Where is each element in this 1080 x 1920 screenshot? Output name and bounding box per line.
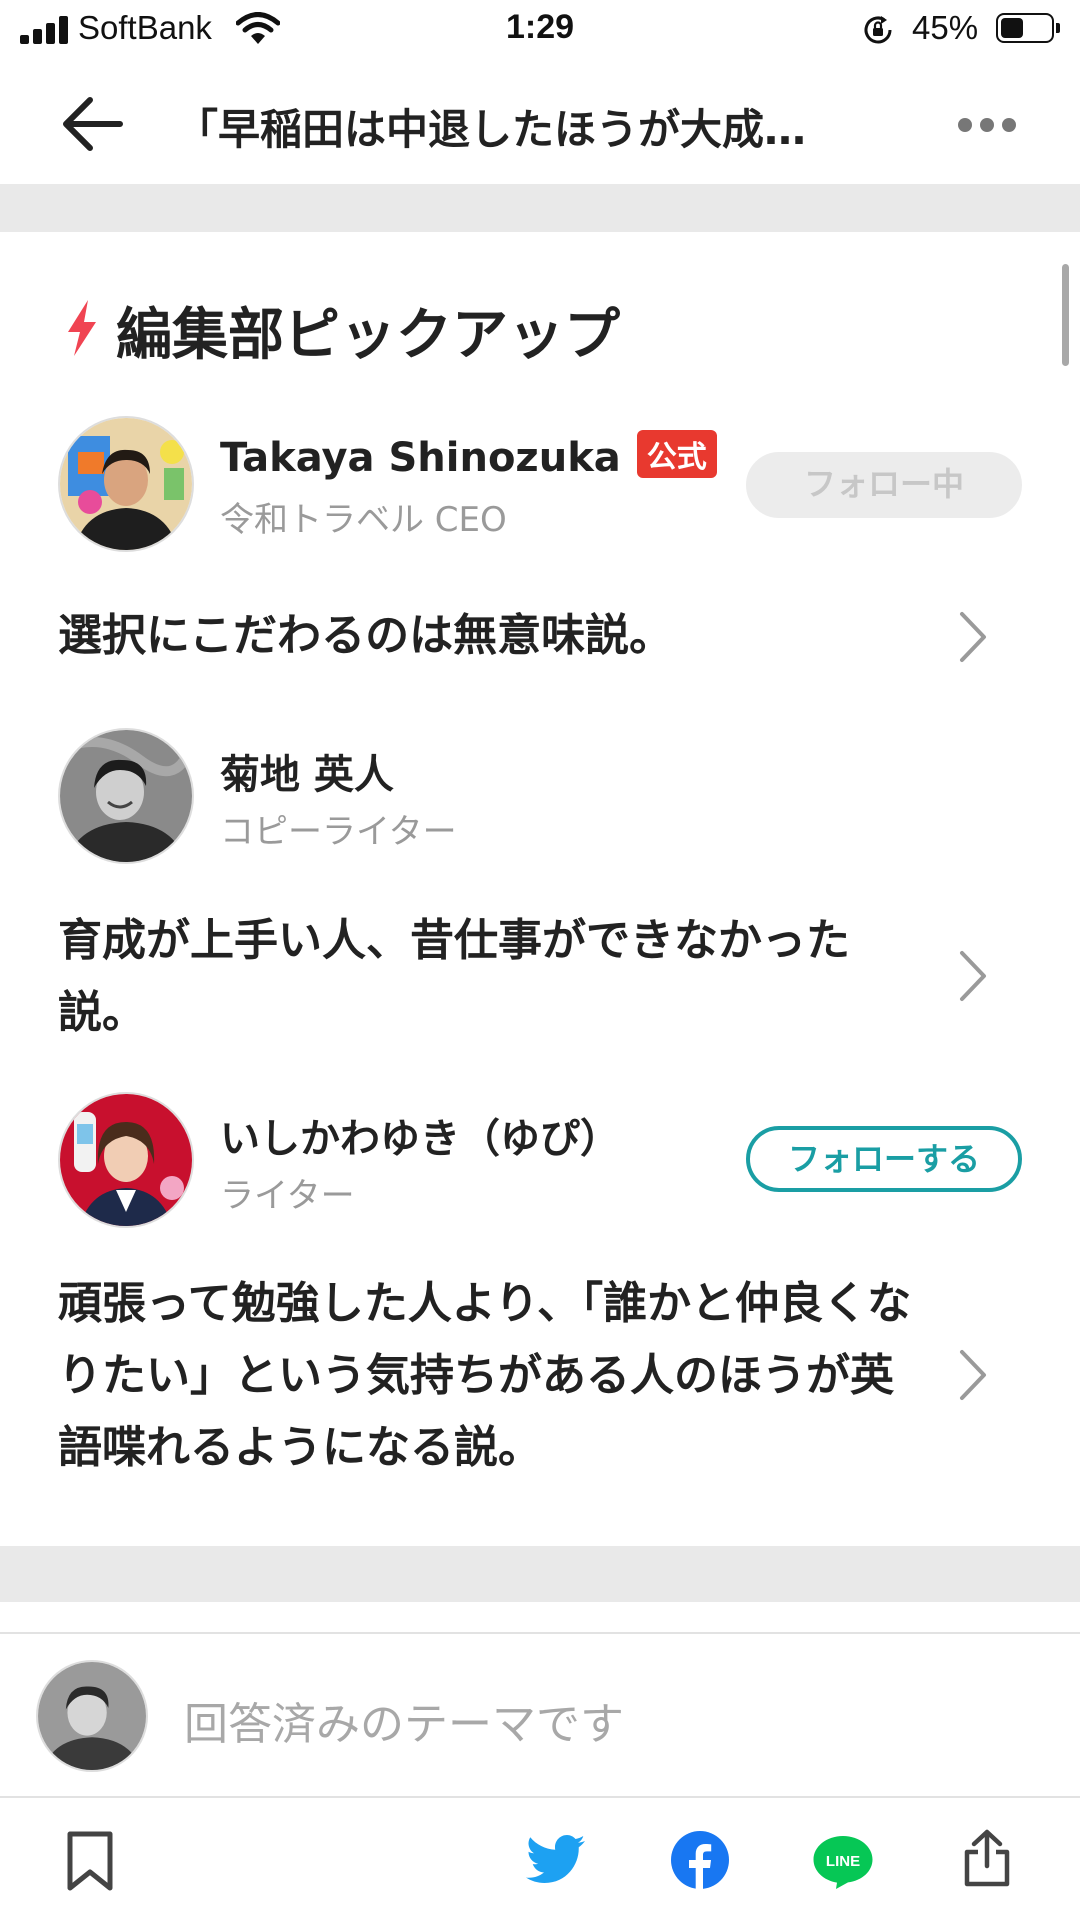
author-row[interactable]: 菊地 英人 コピーライター (0, 728, 1080, 868)
author-row[interactable]: Takaya Shinozuka 公式 令和トラベル CEO フォロー中 (0, 416, 1080, 556)
facebook-icon[interactable] (670, 1830, 730, 1890)
author-row[interactable]: いしかわゆき（ゆぴ） ライター フォローする (0, 1092, 1080, 1232)
pick-item[interactable]: 育成が上手い人、昔仕事ができなかった説。 (0, 905, 1080, 1049)
pick-title: 育成が上手い人、昔仕事ができなかった説。 (58, 915, 850, 1038)
twitter-icon[interactable] (526, 1834, 586, 1886)
bottom-toolbar: LINE (0, 1800, 1080, 1920)
line-icon[interactable]: LINE (812, 1834, 874, 1890)
author-name[interactable]: Takaya Shinozuka 公式 (220, 430, 717, 481)
rotation-lock-icon (864, 16, 892, 44)
chevron-right-icon (960, 1350, 986, 1400)
user-avatar (36, 1660, 148, 1772)
divider (0, 1796, 1080, 1798)
pick-title: 選択にこだわるのは無意味説。 (58, 610, 674, 661)
share-icon[interactable] (962, 1828, 1012, 1888)
section-separator (0, 1546, 1080, 1602)
section-separator (0, 184, 1080, 232)
following-button[interactable]: フォロー中 (746, 452, 1022, 518)
avatar[interactable] (58, 728, 194, 864)
author-role: ライター (220, 1176, 355, 1216)
avatar[interactable] (58, 1092, 194, 1228)
header: 「早稲田は中退したほうが大成… (0, 62, 1080, 184)
author-role: 令和トラベル CEO (220, 500, 507, 540)
pick-title: 頑張って勉強した人より、「誰かと仲良くなりたい」という気持ちがある人のほうが英語… (58, 1278, 912, 1473)
scroll-indicator[interactable] (1062, 264, 1069, 366)
status-bar: SoftBank 1:29 45% (0, 0, 1080, 62)
battery-icon (996, 13, 1060, 43)
chevron-right-icon (960, 612, 986, 662)
page-title: 「早稲田は中退したほうが大成… (176, 105, 807, 154)
comment-input[interactable]: 回答済みのテーマです (184, 1688, 624, 1752)
pick-item[interactable]: 選択にこだわるのは無意味説。 (0, 600, 1080, 672)
avatar[interactable] (58, 416, 194, 552)
line-label: LINE (826, 1853, 860, 1870)
divider (0, 1632, 1080, 1634)
follow-button[interactable]: フォローする (746, 1126, 1022, 1192)
chevron-right-icon (960, 951, 986, 1001)
author-name[interactable]: いしかわゆき（ゆぴ） (220, 1106, 620, 1164)
official-badge: 公式 (636, 430, 717, 478)
back-arrow-icon[interactable] (58, 94, 128, 154)
more-icon[interactable] (958, 110, 1018, 140)
pick-item[interactable]: 頑張って勉強した人より、「誰かと仲良くなりたい」という気持ちがある人のほうが英語… (0, 1268, 1080, 1484)
section-title: 編集部ピックアップ (116, 303, 620, 368)
author-role: コピーライター (220, 812, 457, 852)
author-name[interactable]: 菊地 英人 (220, 742, 394, 800)
lightning-icon (68, 300, 96, 356)
bookmark-icon[interactable] (64, 1830, 116, 1892)
battery-percent: 45% (912, 9, 979, 46)
